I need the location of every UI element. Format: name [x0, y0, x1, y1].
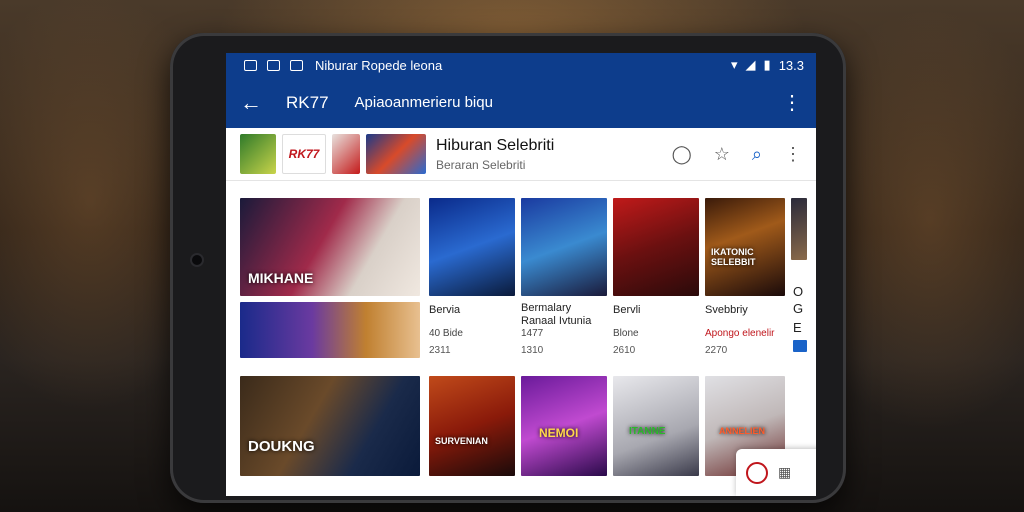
- app-screen: Niburar Ropede leona ▾ ◢ ▮ 13.3 ← RK77 A…: [226, 53, 816, 496]
- video-meta: Blone: [613, 328, 639, 339]
- video-thumbnail[interactable]: [429, 376, 515, 476]
- video-meta: 40 Bide: [429, 328, 463, 339]
- video-views: 1310: [521, 345, 544, 356]
- thumbnail-caption: SURVENIAN: [435, 436, 488, 446]
- video-title: Bervli: [613, 304, 641, 316]
- video-views: 2311: [429, 345, 451, 356]
- video-title: Svebbriy: [705, 304, 748, 316]
- video-thumbnail-2[interactable]: [240, 302, 420, 358]
- video-views: 2270: [705, 345, 728, 356]
- channel-thumbnail[interactable]: [240, 134, 276, 174]
- thumbnail-caption: IKATONIC SELEBBIT: [711, 247, 756, 267]
- video-title: Bermalary Ranaal Ivtunia: [521, 302, 592, 328]
- thumbnail-caption: ITANNE: [629, 426, 666, 437]
- more-icon[interactable]: ⋮: [784, 144, 802, 165]
- video-title: Bervia: [429, 304, 461, 316]
- front-camera: [192, 255, 202, 265]
- star-icon[interactable]: ☆: [714, 144, 730, 165]
- status-title: Niburar Ropede leona: [315, 57, 443, 73]
- thumbnail-caption: ANNELIEN: [719, 426, 766, 436]
- thumbnail-caption: DOUKNG: [248, 438, 315, 455]
- back-arrow-icon[interactable]: ←: [240, 90, 270, 116]
- video-views: 2610: [613, 345, 636, 356]
- status-time: 13.3: [778, 57, 804, 73]
- overflow-menu-icon[interactable]: ⋮: [782, 93, 802, 113]
- channel-info: Hiburan Selebriti Beraran Selebriti: [436, 137, 554, 172]
- status-bar: Niburar Ropede leona ▾ ◢ ▮ 13.3: [226, 53, 816, 77]
- home-icon: [267, 59, 280, 71]
- video-thumbnail[interactable]: [521, 198, 607, 296]
- battery-icon: ▮: [763, 57, 771, 72]
- video-thumbnail[interactable]: [613, 198, 699, 296]
- header-actions: ◯ ☆ ⌕ ⋮: [672, 144, 802, 165]
- video-meta: E: [793, 320, 802, 335]
- video-thumbnail[interactable]: [791, 198, 807, 260]
- channel-logo[interactable]: RK77: [282, 134, 326, 174]
- thumbnail-caption: NEMOI: [539, 426, 579, 440]
- video-meta: 1477: [521, 328, 544, 339]
- app-bar: ← RK77 Apiaoanmerieru biqu ⋮: [226, 77, 816, 128]
- app-subtitle: Apiaoanmerieru biqu: [354, 94, 493, 111]
- grid-view-icon[interactable]: ▦: [778, 464, 791, 481]
- channel-avatar-icon[interactable]: [746, 461, 768, 484]
- video-thumbnail[interactable]: [240, 376, 420, 476]
- badge-icon: [793, 340, 807, 352]
- tablet-device: Niburar Ropede leona ▾ ◢ ▮ 13.3 ← RK77 A…: [170, 33, 846, 503]
- video-thumbnail[interactable]: [429, 198, 515, 296]
- channel-header: RK77 Hiburan Selebriti Beraran Selebriti…: [226, 128, 816, 181]
- signal-icon: ◢: [745, 57, 756, 72]
- search-icon[interactable]: ⌕: [752, 144, 762, 165]
- channel-subtitle: Beraran Selebriti: [436, 157, 526, 172]
- wifi-icon: ▾: [731, 57, 738, 72]
- mini-player[interactable]: ▦: [736, 449, 816, 496]
- notification-icon: [290, 59, 303, 71]
- app-title: RK77: [286, 92, 329, 112]
- channel-thumbnail-3[interactable]: [366, 134, 426, 174]
- logo-text: RK77: [288, 147, 320, 161]
- gallery-icon: [244, 59, 257, 71]
- channel-thumbnail-2[interactable]: [332, 134, 360, 174]
- video-meta: Apongo elenelir: [705, 328, 775, 339]
- chat-icon[interactable]: ◯: [672, 144, 692, 165]
- video-subtitle: G: [793, 301, 804, 316]
- thumbnail-caption: MIKHANE: [248, 270, 314, 286]
- channel-title: Hiburan Selebriti: [436, 136, 555, 154]
- video-title: O: [793, 284, 804, 299]
